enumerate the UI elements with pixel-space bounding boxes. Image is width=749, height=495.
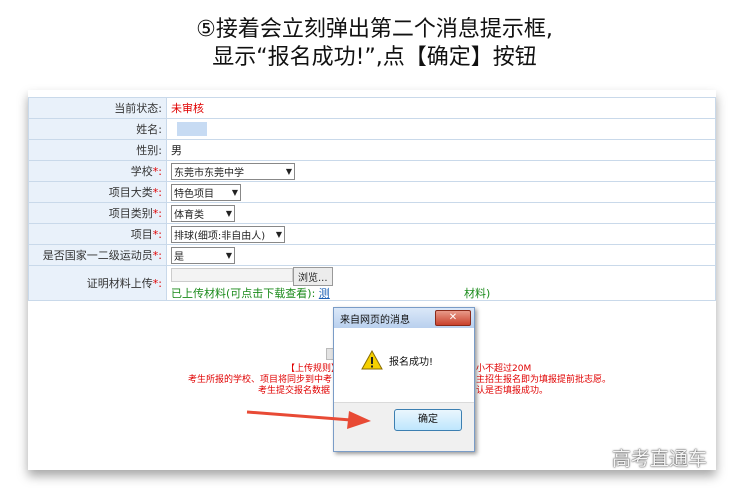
required-mark: *:: [152, 228, 162, 241]
athlete-label: 是否国家一二级运动员: [42, 249, 153, 262]
dialog-title: 来自网页的消息: [340, 314, 410, 326]
pointer-arrow-icon: [246, 410, 371, 429]
school-select[interactable]: 东莞市东莞中学 ▼: [171, 162, 295, 180]
category-label: 项目大类: [108, 186, 153, 199]
form-row-athlete: 是否国家一二级运动员*: 是 ▼: [28, 244, 716, 266]
item-label: 项目: [130, 228, 153, 241]
file-path-input[interactable]: [171, 268, 293, 282]
name-value-redacted: [177, 122, 207, 136]
chevron-down-icon: ▼: [285, 166, 292, 176]
instruction-caption: ⑤接着会立刻弹出第二个消息提示框, 显示“报名成功!”,点【确定】按钮: [0, 16, 749, 72]
item-select[interactable]: 排球(细项:非自由人) ▼: [171, 225, 285, 243]
chevron-down-icon: ▼: [275, 229, 282, 239]
watermark: 高考直通车: [612, 448, 708, 470]
uploaded-tail-text: 材料): [464, 287, 491, 300]
athlete-select[interactable]: 是 ▼: [171, 246, 235, 264]
type-label: 项目类别: [108, 207, 153, 220]
uploaded-materials-text: 已上传材料(可点击下载查看):: [171, 287, 316, 300]
browse-button[interactable]: 浏览...: [293, 267, 333, 286]
rules-line-2-right: 认是否填报成功。: [476, 386, 549, 396]
form-row-gender: 性别: 男: [28, 139, 716, 161]
gender-label: 性别:: [28, 139, 167, 161]
category-select[interactable]: 特色项目 ▼: [171, 183, 241, 201]
gender-value: 男: [166, 139, 716, 161]
chevron-down-icon: ▼: [225, 208, 232, 218]
required-mark: *:: [152, 207, 162, 220]
upload-label: 证明材料上传: [86, 277, 153, 290]
dialog-message: 报名成功!: [389, 357, 434, 368]
form-row-item: 项目*: 排球(细项:非自由人) ▼: [28, 223, 716, 245]
alert-dialog: 来自网页的消息 ✕ 报名成功! 确定: [333, 307, 475, 452]
caption-line-2: 显示“报名成功!”,点【确定】按钮: [212, 45, 537, 70]
caption-line-1: ⑤接着会立刻弹出第二个消息提示框,: [196, 17, 553, 42]
dialog-body: 报名成功!: [334, 328, 474, 403]
uploaded-file-link[interactable]: 测: [319, 287, 330, 300]
form-row-name: 姓名:: [28, 118, 716, 140]
chevron-down-icon: ▼: [231, 187, 238, 197]
status-value: 未审核: [171, 102, 204, 115]
form-row-school: 学校*: 东莞市东莞中学 ▼: [28, 160, 716, 182]
dialog-titlebar[interactable]: 来自网页的消息 ✕: [334, 308, 474, 328]
type-select[interactable]: 体育类 ▼: [171, 204, 235, 222]
required-mark: *:: [152, 277, 162, 290]
required-mark: *:: [152, 186, 162, 199]
form-row-status: 当前状态: 未审核: [28, 97, 716, 119]
registration-form-table: 当前状态: 未审核 姓名: 性别: 男 学校*: 东莞市东莞中学 ▼ 项目大类*:…: [28, 97, 716, 301]
required-mark: *:: [152, 165, 162, 178]
name-label: 姓名:: [28, 118, 167, 140]
required-mark: *:: [152, 249, 162, 262]
form-row-category: 项目大类*: 特色项目 ▼: [28, 181, 716, 203]
ok-button[interactable]: 确定: [394, 409, 462, 431]
chevron-down-icon: ▼: [225, 250, 232, 260]
close-icon[interactable]: ✕: [435, 310, 471, 326]
status-label: 当前状态:: [28, 97, 167, 119]
warning-icon: [361, 350, 383, 370]
school-label: 学校: [130, 165, 153, 178]
form-row-upload: 证明材料上传*: 浏览... 已上传材料(可点击下载查看): 测 材料): [28, 265, 716, 301]
form-row-type: 项目类别*: 体育类 ▼: [28, 202, 716, 224]
